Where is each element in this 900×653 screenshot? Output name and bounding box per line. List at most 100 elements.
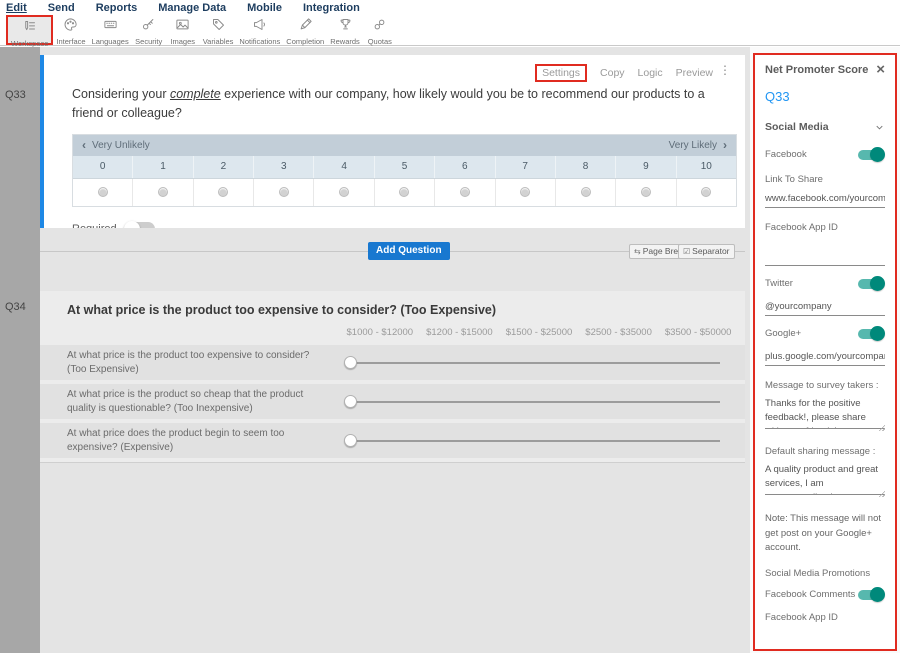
toolbar-item-images[interactable]: Images <box>166 15 200 45</box>
slider-handle[interactable] <box>344 356 357 369</box>
preview-button[interactable]: Preview <box>676 67 713 79</box>
price-column: $3500 - $50000 <box>658 327 738 338</box>
menu-integration[interactable]: Integration <box>303 2 360 14</box>
slider-handle[interactable] <box>344 434 357 447</box>
slider-row-label: At what price does the product begin to … <box>67 427 344 454</box>
facebook-label: Facebook <box>765 149 807 160</box>
link-to-share-input[interactable] <box>765 191 885 208</box>
google-plus-url-input[interactable] <box>765 349 885 366</box>
radio-button-4[interactable] <box>339 187 349 197</box>
close-icon[interactable]: × <box>876 65 885 75</box>
question-card-q34: At what price is the product too expensi… <box>40 291 745 463</box>
settings-button[interactable]: Settings <box>535 64 587 82</box>
price-column: $1000 - $12000 <box>340 327 420 338</box>
scale-point: 6 <box>435 156 495 178</box>
toolbar-item-quotas[interactable]: Quotas <box>363 15 397 45</box>
resize-grip-icon[interactable] <box>878 424 885 431</box>
radio-button-10[interactable] <box>701 187 711 197</box>
menu-mobile[interactable]: Mobile <box>247 2 282 14</box>
chevron-right-icon[interactable]: › <box>723 138 727 152</box>
twitter-toggle[interactable] <box>858 279 883 289</box>
panel-question-code: Q33 <box>765 89 885 104</box>
twitter-row: Twitter <box>765 278 885 289</box>
survey-canvas: Settings Copy Logic Preview ⋮ Considerin… <box>40 47 750 653</box>
default-sharing-message-textarea[interactable]: A quality product and great services, I … <box>765 463 885 495</box>
nps-scale-header: ‹ Very Unlikely Very Likely › <box>73 135 736 156</box>
radio-button-0[interactable] <box>98 187 108 197</box>
scale-point: 9 <box>616 156 676 178</box>
social-media-section-label: Social Media <box>765 121 829 133</box>
question-actions: Settings Copy Logic Preview <box>535 64 713 82</box>
toolbar-label: Variables <box>203 37 234 46</box>
radio-button-9[interactable] <box>641 187 651 197</box>
scale-point: 2 <box>194 156 254 178</box>
toolbar-item-interface[interactable]: Interface <box>53 15 88 45</box>
toolbar-item-notifications[interactable]: Notifications <box>236 15 283 45</box>
panel-header: Net Promoter Score × <box>765 64 885 76</box>
toolbar-label: Rewards <box>330 37 360 46</box>
social-media-section-toggle[interactable]: Social Media <box>765 121 885 133</box>
radio-button-3[interactable] <box>279 187 289 197</box>
facebook-app-id-input[interactable] <box>765 249 885 266</box>
radio-button-7[interactable] <box>520 187 530 197</box>
toolbar-item-workspace[interactable]: Workspace <box>6 15 53 45</box>
toolbar-item-rewards[interactable]: Rewards <box>327 15 363 45</box>
twitter-label: Twitter <box>765 278 793 289</box>
required-toggle[interactable] <box>125 222 155 228</box>
top-menubar: Edit Send Reports Manage Data Mobile Int… <box>0 0 900 15</box>
chevron-down-icon <box>874 122 885 133</box>
resize-grip-icon[interactable] <box>878 490 885 497</box>
slider-track[interactable] <box>344 434 720 448</box>
menu-manage-data[interactable]: Manage Data <box>158 2 226 14</box>
scale-point: 4 <box>314 156 374 178</box>
add-question-button[interactable]: Add Question <box>368 242 450 260</box>
radio-button-2[interactable] <box>218 187 228 197</box>
separator-button[interactable]: ☑Separator <box>678 244 735 259</box>
more-options-icon[interactable]: ⋮ <box>719 63 731 77</box>
scale-point: 8 <box>556 156 616 178</box>
required-row: Required <box>72 222 745 228</box>
image-icon <box>175 17 190 37</box>
radio-button-1[interactable] <box>158 187 168 197</box>
keyboard-icon <box>103 17 118 37</box>
twitter-handle-input[interactable] <box>765 299 885 316</box>
menu-reports[interactable]: Reports <box>96 2 138 14</box>
slider-track[interactable] <box>344 356 720 370</box>
radio-button-8[interactable] <box>581 187 591 197</box>
message-to-survey-takers-textarea[interactable]: Thanks for the positive feedback!, pleas… <box>765 397 885 429</box>
toolbar-label: Quotas <box>368 37 392 46</box>
right-region: Net Promoter Score × Q33 Social Media Fa… <box>750 47 900 653</box>
menu-send[interactable]: Send <box>48 2 75 14</box>
toolbar-item-security[interactable]: Security <box>132 15 166 45</box>
copy-button[interactable]: Copy <box>600 67 625 79</box>
google-plus-toggle[interactable] <box>858 329 883 339</box>
slider-track[interactable] <box>344 395 720 409</box>
radio-button-6[interactable] <box>460 187 470 197</box>
radio-button-5[interactable] <box>399 187 409 197</box>
toolbar-label: Languages <box>92 37 129 46</box>
nps-number-row: 0 1 2 3 4 5 6 7 8 9 10 <box>73 156 736 179</box>
megaphone-icon <box>252 17 267 37</box>
tag-icon <box>211 17 226 37</box>
page-break-icon: ⇆ <box>634 247 641 256</box>
toolbar-label: Images <box>170 37 195 46</box>
facebook-app-id-2-label: Facebook App ID <box>765 612 885 623</box>
chevron-left-icon[interactable]: ‹ <box>82 138 86 152</box>
price-column: $2500 - $35000 <box>579 327 659 338</box>
slider-handle[interactable] <box>344 395 357 408</box>
logic-button[interactable]: Logic <box>638 67 663 79</box>
nps-radio-row <box>73 179 736 206</box>
question-text-part: Considering your <box>72 87 170 101</box>
question-text-q34: At what price is the product too expensi… <box>67 303 745 317</box>
slider-rows: At what price is the product too expensi… <box>40 345 745 463</box>
toolbar-item-variables[interactable]: Variables <box>200 15 237 45</box>
facebook-comments-toggle[interactable] <box>858 590 883 600</box>
toolbar-item-completion[interactable]: Completion <box>283 15 327 45</box>
facebook-app-id-2-input[interactable] <box>765 639 885 651</box>
workspace-icon <box>22 19 37 39</box>
message-to-survey-takers-label: Message to survey takers : <box>765 380 885 391</box>
toolbar-label: Interface <box>56 37 85 46</box>
menu-edit[interactable]: Edit <box>6 2 27 14</box>
facebook-toggle[interactable] <box>858 150 883 160</box>
toolbar-item-languages[interactable]: Languages <box>89 15 132 45</box>
